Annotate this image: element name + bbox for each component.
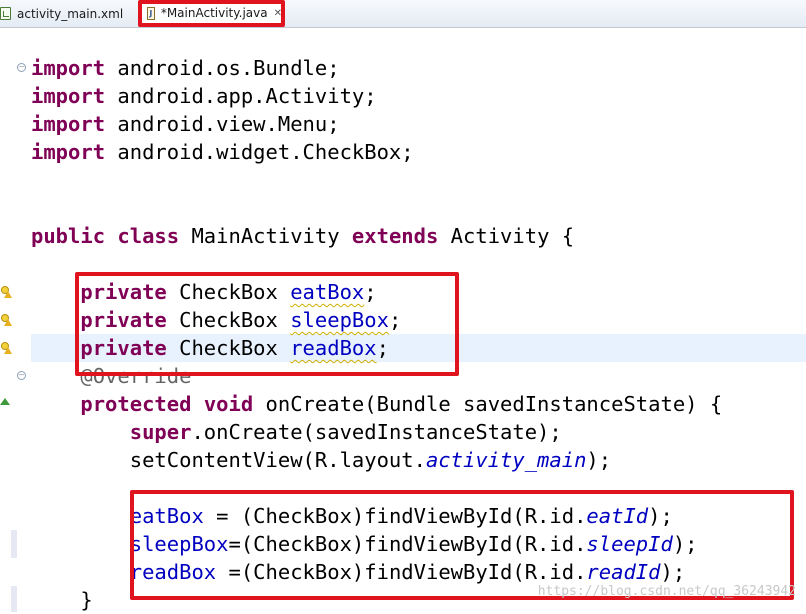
field-ref: readBox bbox=[129, 560, 217, 584]
set-content-view-call: setContentView(R.layout. bbox=[129, 448, 426, 472]
field-name: sleepBox bbox=[290, 308, 389, 332]
code-line-set-content-view[interactable]: setContentView(R.layout.activity_main); bbox=[31, 446, 611, 474]
keyword-public: public bbox=[31, 224, 106, 248]
tab-activity-main-xml[interactable]: activity_main.xml bbox=[0, 2, 123, 25]
import-path: android.os.Bundle; bbox=[117, 56, 340, 80]
call-close: ); bbox=[672, 532, 698, 556]
fold-toggle-icon[interactable] bbox=[17, 371, 26, 380]
tab-main-activity-java[interactable]: J *MainActivity.java ✕ bbox=[141, 0, 283, 25]
code-line-import[interactable]: import android.app.Activity; bbox=[31, 82, 377, 110]
call-close: ); bbox=[660, 560, 686, 584]
code-line-assign[interactable]: eatBox = (CheckBox)findViewById(R.id.eat… bbox=[31, 502, 673, 530]
warning-bulb-icon[interactable] bbox=[0, 286, 12, 298]
tab-label: *MainActivity.java bbox=[160, 6, 268, 20]
closing-brace: } bbox=[80, 588, 93, 612]
semicolon: ; bbox=[376, 336, 389, 360]
code-line-method-decl[interactable]: protected void onCreate(Bundle savedInst… bbox=[31, 390, 722, 418]
tab-label: activity_main.xml bbox=[17, 6, 124, 21]
keyword-import: import bbox=[31, 56, 106, 80]
keyword-import: import bbox=[31, 84, 106, 108]
field-ref: eatBox bbox=[129, 504, 204, 528]
class-name: MainActivity bbox=[191, 224, 340, 248]
find-view-call: =(CheckBox)findViewById(R.id. bbox=[216, 560, 587, 584]
import-path: android.widget.CheckBox; bbox=[117, 140, 414, 164]
keyword-class: class bbox=[117, 224, 180, 248]
warning-bulb-icon[interactable] bbox=[0, 342, 12, 354]
code-line-closing-brace[interactable]: } bbox=[31, 586, 93, 614]
close-tab-icon[interactable]: ✕ bbox=[274, 8, 282, 19]
code-line-assign[interactable]: sleepBox=(CheckBox)findViewById(R.id.sle… bbox=[31, 530, 698, 558]
field-type: CheckBox bbox=[179, 280, 278, 304]
annotation-override: @Override bbox=[80, 364, 192, 388]
java-file-icon: J bbox=[147, 6, 155, 20]
code-line-import[interactable]: import android.widget.CheckBox; bbox=[31, 138, 414, 166]
change-bar bbox=[11, 530, 17, 558]
editor-tab-bar: activity_main.xml J *MainActivity.java ✕ bbox=[0, 0, 806, 28]
field-type: CheckBox bbox=[179, 308, 278, 332]
keyword-extends: extends bbox=[351, 224, 439, 248]
xml-file-icon bbox=[0, 7, 11, 20]
layout-ref: activity_main bbox=[425, 448, 587, 472]
code-line-assign[interactable]: readBox =(CheckBox)findViewById(R.id.rea… bbox=[31, 558, 685, 586]
call-close: ); bbox=[648, 504, 673, 528]
keyword-private: private bbox=[80, 280, 167, 304]
code-line-import[interactable]: import android.os.Bundle; bbox=[31, 54, 340, 82]
code-line-import[interactable]: import android.view.Menu; bbox=[31, 110, 340, 138]
code-line-field[interactable]: private CheckBox sleepBox; bbox=[31, 306, 401, 334]
code-line-super-call[interactable]: super.onCreate(savedInstanceState); bbox=[31, 418, 562, 446]
keyword-super: super bbox=[129, 420, 192, 444]
keyword-private: private bbox=[80, 308, 167, 332]
code-line-field[interactable]: private CheckBox readBox; bbox=[31, 334, 389, 362]
code-line-annotation[interactable]: @Override bbox=[31, 362, 191, 390]
find-view-call: =(CheckBox)findViewById(R.id. bbox=[228, 532, 587, 556]
fold-toggle-icon[interactable] bbox=[17, 63, 26, 72]
import-path: android.view.Menu; bbox=[117, 112, 340, 136]
super-class: Activity { bbox=[450, 224, 575, 248]
field-name: eatBox bbox=[290, 280, 365, 304]
id-ref: sleepId bbox=[586, 532, 673, 556]
code-line-class-decl[interactable]: public class MainActivity extends Activi… bbox=[31, 222, 574, 250]
keyword-protected: protected bbox=[80, 392, 192, 416]
field-type: CheckBox bbox=[179, 336, 278, 360]
semicolon: ; bbox=[388, 308, 402, 332]
field-name: readBox bbox=[290, 336, 377, 360]
code-line-field[interactable]: private CheckBox eatBox; bbox=[31, 278, 377, 306]
import-path: android.app.Activity; bbox=[117, 84, 377, 108]
keyword-import: import bbox=[31, 112, 106, 136]
watermark: https://blog.csdn.net/qq_36243942 bbox=[537, 584, 796, 599]
find-view-call: = (CheckBox)findViewById(R.id. bbox=[203, 504, 587, 528]
semicolon: ; bbox=[364, 280, 377, 304]
id-ref: readId bbox=[586, 560, 661, 584]
field-ref: sleepBox bbox=[129, 532, 229, 556]
keyword-import: import bbox=[31, 140, 106, 164]
warning-bulb-icon[interactable] bbox=[0, 314, 12, 326]
call-close: ); bbox=[586, 448, 612, 472]
keyword-private: private bbox=[80, 336, 167, 360]
keyword-void: void bbox=[203, 392, 254, 416]
change-bar bbox=[11, 586, 17, 612]
id-ref: eatId bbox=[586, 504, 649, 528]
method-signature: onCreate(Bundle savedInstanceState) { bbox=[265, 392, 723, 416]
super-call: .onCreate(savedInstanceState); bbox=[191, 420, 562, 444]
override-arrow-icon[interactable] bbox=[0, 398, 10, 405]
